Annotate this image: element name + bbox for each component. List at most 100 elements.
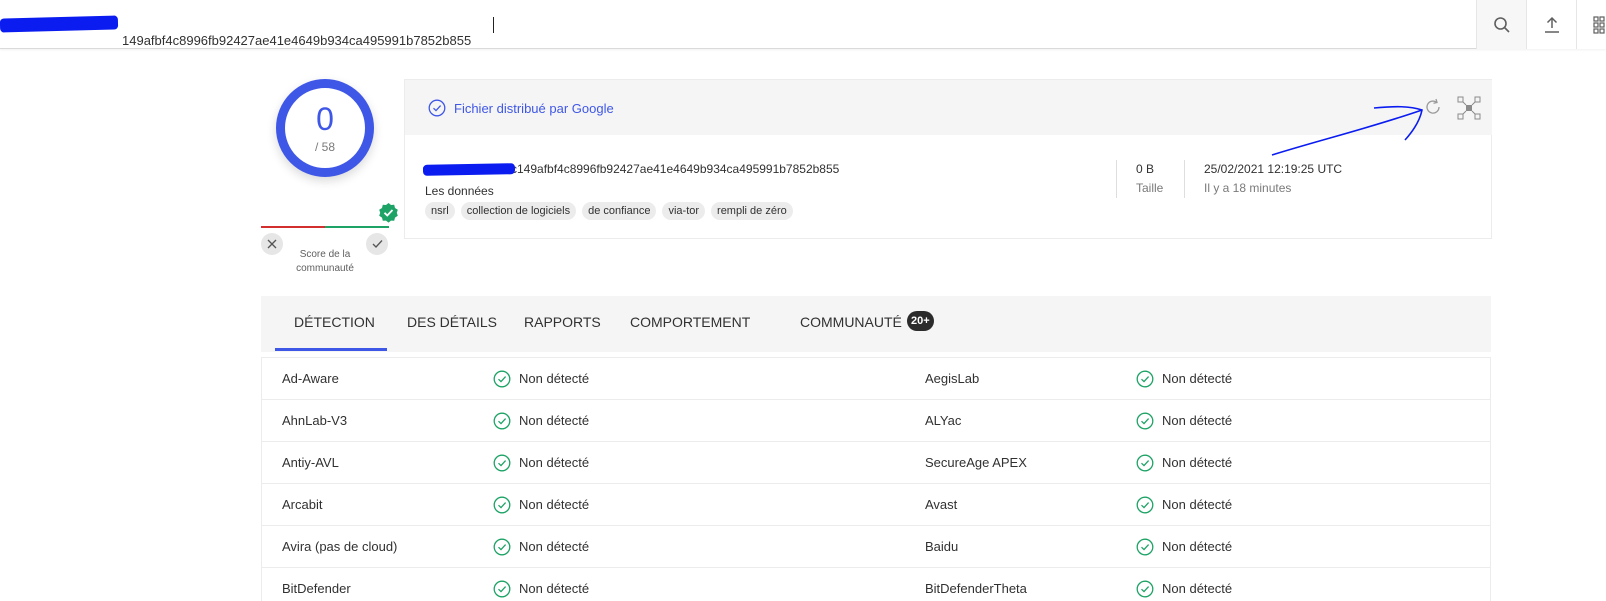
file-info-header: Fichier distribué par Google bbox=[405, 80, 1492, 135]
engine-name: Baidu bbox=[925, 539, 959, 554]
table-row: Arcabit Non détecté Avast Non détecté bbox=[261, 484, 1491, 526]
check-icon bbox=[372, 240, 382, 248]
engine-name: SecureAge APEX bbox=[925, 455, 1027, 470]
file-size-label: Taille bbox=[1136, 181, 1164, 195]
file-size-value: 0 B bbox=[1136, 162, 1155, 176]
engine-name: ALYac bbox=[925, 413, 962, 428]
engine-result: Non détecté bbox=[493, 358, 589, 400]
engine-name: Ad-Aware bbox=[282, 371, 339, 386]
tag-zero-filled[interactable]: rempli de zéro bbox=[711, 202, 793, 220]
engine-result: Non détecté bbox=[493, 442, 589, 484]
check-circle-icon bbox=[493, 370, 511, 388]
engine-result: Non détecté bbox=[1136, 484, 1232, 526]
check-circle-icon bbox=[493, 412, 511, 430]
engine-name: AhnLab-V3 bbox=[282, 413, 348, 428]
check-circle-icon bbox=[493, 580, 511, 598]
table-row: BitDefender Non détecté BitDefenderTheta… bbox=[261, 568, 1491, 601]
tab-community[interactable]: COMMUNAUTÉ bbox=[800, 296, 902, 352]
result-label: Non détecté bbox=[1162, 581, 1233, 596]
engine-name: BitDefender bbox=[282, 581, 351, 596]
result-label: Non détecté bbox=[1162, 455, 1233, 470]
search-button[interactable] bbox=[1476, 0, 1526, 49]
search-input[interactable]: 149afbf4c8996fb92427ae41e4649b934ca49599… bbox=[0, 0, 1475, 49]
tab-reports[interactable]: RAPPORTS bbox=[524, 296, 601, 352]
apps-button[interactable] bbox=[1576, 0, 1606, 49]
search-icon bbox=[1493, 16, 1510, 33]
tab-detection[interactable]: DÉTECTION bbox=[294, 296, 375, 352]
close-icon bbox=[267, 239, 277, 249]
table-row: AhnLab-V3 Non détecté ALYac Non détecté bbox=[261, 400, 1491, 442]
check-circle-icon bbox=[493, 496, 511, 514]
tag-nsrl[interactable]: nsrl bbox=[425, 202, 455, 220]
check-circle-icon bbox=[1136, 538, 1154, 556]
engine-result: Non détecté bbox=[493, 526, 589, 568]
community-bar-negative bbox=[261, 226, 325, 228]
community-check-badge-icon bbox=[379, 203, 398, 223]
upload-icon bbox=[1544, 16, 1559, 33]
engine-result: Non détecté bbox=[1136, 526, 1232, 568]
engine-name: Antiy-AVL bbox=[282, 455, 339, 470]
score-detections: 0 bbox=[316, 101, 334, 137]
detection-score: 0 / 58 bbox=[276, 79, 374, 177]
engine-result: Non détecté bbox=[493, 568, 589, 601]
analysis-date: 25/02/2021 12:19:25 UTC bbox=[1204, 162, 1343, 176]
result-label: Non détecté bbox=[1162, 539, 1233, 554]
tag-trusted[interactable]: de confiance bbox=[582, 202, 657, 220]
trusted-source[interactable]: Fichier distribué par Google bbox=[428, 99, 614, 117]
active-tab-indicator bbox=[275, 348, 387, 351]
engine-name: BitDefenderTheta bbox=[925, 581, 1027, 596]
result-label: Non détecté bbox=[519, 455, 590, 470]
apps-grid-icon bbox=[1592, 15, 1605, 34]
check-circle-icon bbox=[1136, 412, 1154, 430]
result-label: Non détecté bbox=[1162, 371, 1233, 386]
engine-result: Non détecté bbox=[1136, 400, 1232, 442]
vote-harmless-button[interactable] bbox=[366, 233, 388, 255]
file-info-card: Fichier distribué par Google c149afbf4c8… bbox=[404, 79, 1492, 239]
tag-software-collection[interactable]: collection de logiciels bbox=[460, 202, 577, 220]
tab-details[interactable]: DES DÉTAILS bbox=[407, 296, 497, 352]
engine-name: Arcabit bbox=[282, 497, 323, 512]
community-bar-positive bbox=[325, 226, 389, 228]
community-count-badge: 20+ bbox=[907, 311, 934, 331]
result-label: Non détecté bbox=[519, 581, 590, 596]
engine-name: Avira (pas de cloud) bbox=[282, 539, 398, 554]
check-circle-icon bbox=[493, 538, 511, 556]
result-label: Non détecté bbox=[519, 413, 590, 428]
engine-name: Avast bbox=[925, 497, 958, 512]
check-circle-icon bbox=[493, 454, 511, 472]
divider bbox=[1116, 160, 1117, 198]
result-label: Non détecté bbox=[1162, 497, 1233, 512]
table-row: Ad-Aware Non détecté AegisLab Non détect… bbox=[261, 358, 1491, 400]
community-score-label: Score de la communauté bbox=[296, 249, 354, 274]
search-input-value: 149afbf4c8996fb92427ae41e4649b934ca49599… bbox=[122, 33, 472, 48]
score-total: / 58 bbox=[314, 140, 335, 154]
engine-result: Non détecté bbox=[493, 400, 589, 442]
vote-harmful-button[interactable] bbox=[261, 233, 283, 255]
top-search-bar: 149afbf4c8996fb92427ae41e4649b934ca49599… bbox=[0, 0, 1606, 49]
tab-bar: DÉTECTION DES DÉTAILS RAPPORTS COMPORTEM… bbox=[261, 296, 1491, 352]
engine-result: Non détecté bbox=[1136, 568, 1232, 601]
table-row: Antiy-AVL Non détecté SecureAge APEX Non… bbox=[261, 442, 1491, 484]
tag-via-tor[interactable]: via-tor bbox=[662, 202, 706, 220]
result-label: Non détecté bbox=[519, 497, 590, 512]
refresh-icon[interactable] bbox=[1422, 96, 1444, 118]
check-circle-icon bbox=[1136, 370, 1154, 388]
table-row: Avira (pas de cloud) Non détecté Baidu N… bbox=[261, 526, 1491, 568]
engine-result: Non détecté bbox=[1136, 358, 1232, 400]
hash-redaction-mark bbox=[422, 163, 516, 176]
trusted-source-label: Fichier distribué par Google bbox=[454, 100, 614, 116]
tab-behavior[interactable]: COMPORTEMENT bbox=[630, 296, 750, 352]
detection-table: Ad-Aware Non détecté AegisLab Non détect… bbox=[261, 357, 1491, 601]
result-label: Non détecté bbox=[519, 539, 590, 554]
check-circle-icon bbox=[1136, 496, 1154, 514]
upload-button[interactable] bbox=[1526, 0, 1576, 49]
result-label: Non détecté bbox=[519, 371, 590, 386]
similar-icon[interactable] bbox=[1457, 96, 1481, 120]
check-circle-icon bbox=[428, 99, 446, 117]
result-label: Non détecté bbox=[1162, 413, 1233, 428]
engine-result: Non détecté bbox=[493, 484, 589, 526]
file-hash[interactable]: c149afbf4c8996fb92427ae41e4649b934ca4959… bbox=[511, 162, 839, 176]
text-caret bbox=[493, 17, 494, 33]
engine-name: AegisLab bbox=[925, 371, 980, 386]
analysis-relative-date: Il y a 18 minutes bbox=[1204, 181, 1292, 195]
